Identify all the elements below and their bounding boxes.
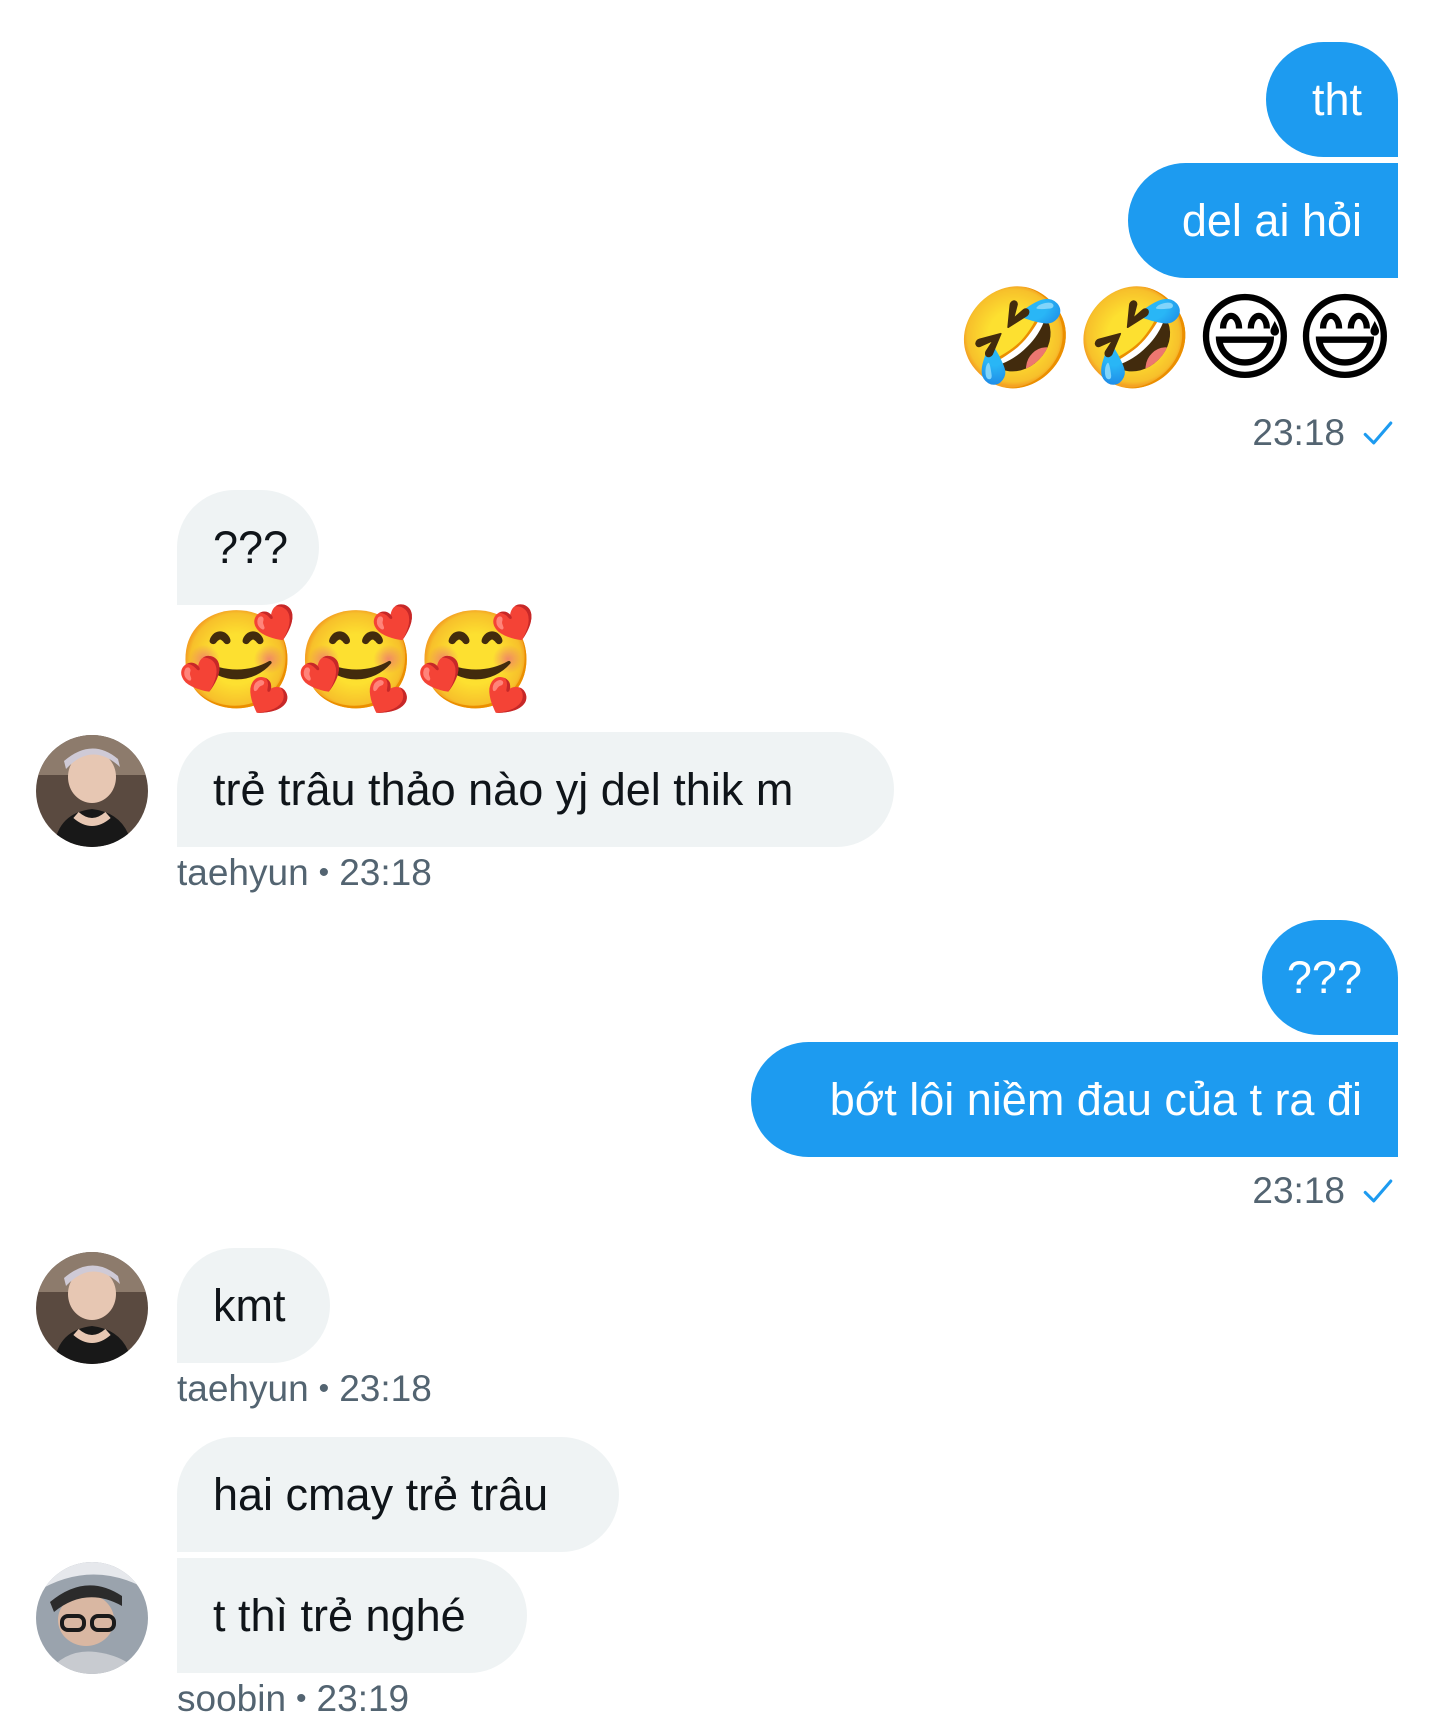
separator: • (318, 1372, 330, 1405)
emoji-message[interactable]: 🤣🤣😅😅 (956, 290, 1395, 386)
message-bubble-incoming[interactable]: t thì trẻ nghé (177, 1558, 527, 1673)
avatar-soobin-image (36, 1562, 148, 1674)
message-text: ??? (213, 522, 289, 573)
separator: • (318, 856, 330, 889)
message-bubble-outgoing[interactable]: del ai hỏi (1128, 163, 1398, 278)
timestamp: 23:18 (1252, 1170, 1345, 1211)
message-text: tht (1311, 74, 1362, 125)
message-meta: soobin • 23:19 (177, 1678, 409, 1720)
message-text: hai cmay trẻ trâu (213, 1469, 549, 1520)
message-bubble-outgoing[interactable]: tht (1266, 42, 1398, 157)
message-text: t thì trẻ nghé (213, 1590, 466, 1641)
avatar[interactable] (36, 1252, 148, 1364)
message-meta: taehyun • 23:18 (177, 852, 432, 894)
timestamp: 23:18 (339, 852, 432, 893)
message-text: bớt lôi niềm đau của t ra đi (829, 1074, 1362, 1125)
avatar[interactable] (36, 1562, 148, 1674)
message-bubble-incoming[interactable]: hai cmay trẻ trâu (177, 1437, 619, 1552)
avatar[interactable] (36, 735, 148, 847)
sender-name: soobin (177, 1678, 287, 1719)
timestamp: 23:18 (1252, 412, 1345, 453)
avatar-taehyun-image (36, 735, 148, 847)
separator: • (296, 1682, 307, 1715)
message-bubble-incoming[interactable]: trẻ trâu thảo nào yj del thik m (177, 732, 894, 847)
check-icon (1363, 421, 1393, 445)
sender-name: taehyun (177, 852, 309, 893)
check-icon (1363, 1179, 1393, 1203)
timestamp: 23:18 (339, 1368, 432, 1409)
message-text: del ai hỏi (1181, 195, 1362, 246)
message-bubble-outgoing[interactable]: ??? (1262, 920, 1398, 1035)
message-text: kmt (213, 1280, 286, 1331)
timestamp: 23:19 (316, 1678, 410, 1719)
message-text: ??? (1286, 952, 1362, 1003)
message-meta: 23:18 (1252, 412, 1395, 454)
message-text: trẻ trâu thảo nào yj del thik m (213, 764, 794, 815)
avatar-taehyun-image (36, 1252, 148, 1364)
message-bubble-incoming[interactable]: ??? (177, 490, 319, 605)
message-bubble-incoming[interactable]: kmt (177, 1248, 330, 1363)
message-bubble-outgoing[interactable]: bớt lôi niềm đau của t ra đi (751, 1042, 1398, 1157)
emoji-text: 🥰🥰🥰 (177, 604, 536, 716)
emoji-text: 🤣🤣😅😅 (955, 282, 1395, 394)
message-meta: taehyun • 23:18 (177, 1368, 432, 1410)
message-meta: 23:18 (1252, 1170, 1395, 1212)
sender-name: taehyun (177, 1368, 309, 1409)
emoji-message[interactable]: 🥰🥰🥰 (177, 612, 536, 708)
